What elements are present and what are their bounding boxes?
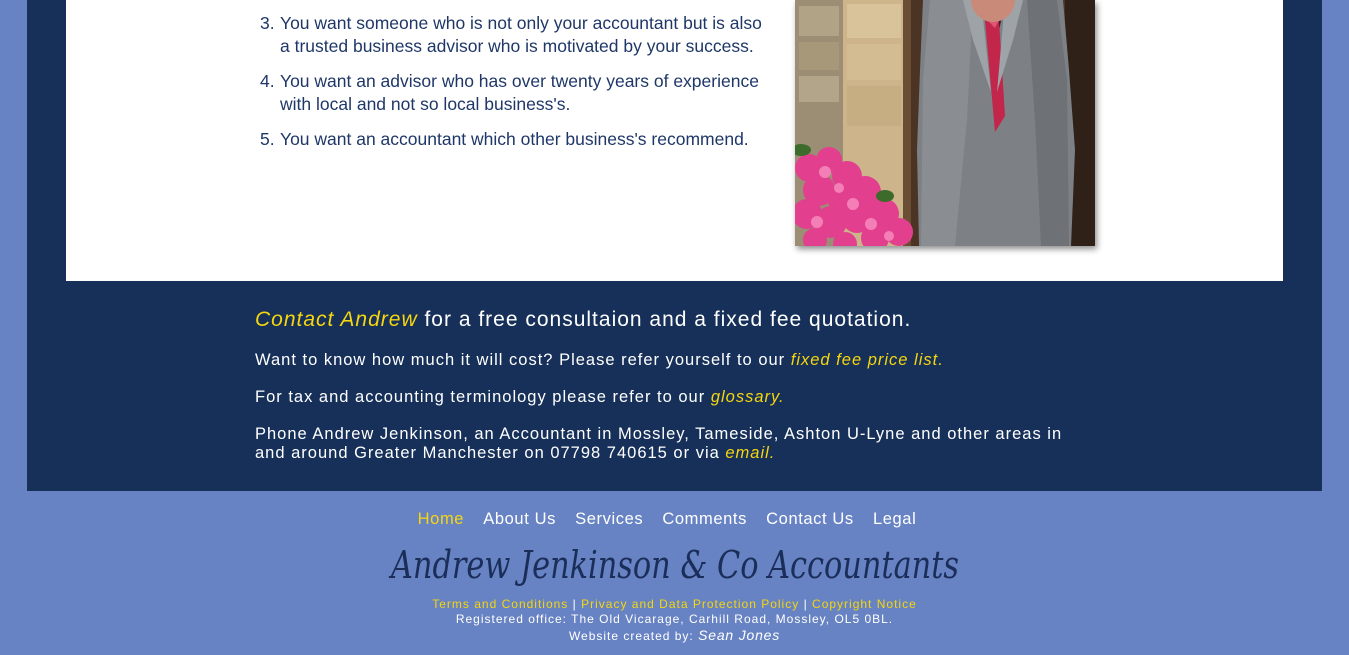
nav-contact-us[interactable]: Contact Us xyxy=(766,510,854,528)
nav-legal[interactable]: Legal xyxy=(873,510,916,528)
reasons-list: 3. You want someone who is not only your … xyxy=(255,12,775,164)
glossary-link[interactable]: glossary. xyxy=(711,388,785,406)
registered-office: Registered office: The Old Vicarage, Car… xyxy=(455,612,894,626)
contact-heading: Contact Andrew for a free consultaion an… xyxy=(255,308,912,331)
company-logo-wordmark: Andrew Jenkinson & Co Accountants xyxy=(388,543,958,587)
legal-links: Terms and Conditions | Privacy and Data … xyxy=(432,597,917,611)
list-item: 3. You want someone who is not only your … xyxy=(260,13,762,56)
price-list-link[interactable]: fixed fee price list. xyxy=(791,351,944,369)
email-link[interactable]: email. xyxy=(725,444,775,462)
copyright-link[interactable]: Copyright Notice xyxy=(812,597,917,611)
company-logo: Andrew Jenkinson & Co Accountants xyxy=(0,538,1349,597)
terms-link[interactable]: Terms and Conditions xyxy=(432,597,568,611)
footer-nav: Home About Us Services Comments Contact … xyxy=(0,510,1334,529)
andrew-portrait-photo xyxy=(795,0,1095,246)
list-item: 5. You want an accountant which other bus… xyxy=(260,129,749,149)
list-item: 4. You want an advisor who has over twent… xyxy=(260,71,759,114)
privacy-link[interactable]: Privacy and Data Protection Policy xyxy=(581,597,799,611)
price-paragraph: Want to know how much it will cost? Plea… xyxy=(255,351,944,369)
credit-author-link[interactable]: Sean Jones xyxy=(698,627,780,643)
nav-about-us[interactable]: About Us xyxy=(483,510,556,528)
contact-andrew-link[interactable]: Contact Andrew xyxy=(255,308,418,331)
nav-services[interactable]: Services xyxy=(575,510,643,528)
site-credit: Website created by: Sean Jones xyxy=(568,627,781,643)
svg-text:Andrew Jenkinson & Co Accounta: Andrew Jenkinson & Co Accountants xyxy=(388,543,958,587)
glossary-paragraph: For tax and accounting terminology pleas… xyxy=(255,388,785,406)
nav-comments[interactable]: Comments xyxy=(662,510,747,528)
contact-section: Contact Andrew for a free consultaion an… xyxy=(255,308,1075,481)
nav-home[interactable]: Home xyxy=(418,510,464,528)
phone-paragraph: Phone Andrew Jenkinson, an Accountant in… xyxy=(255,425,1063,462)
